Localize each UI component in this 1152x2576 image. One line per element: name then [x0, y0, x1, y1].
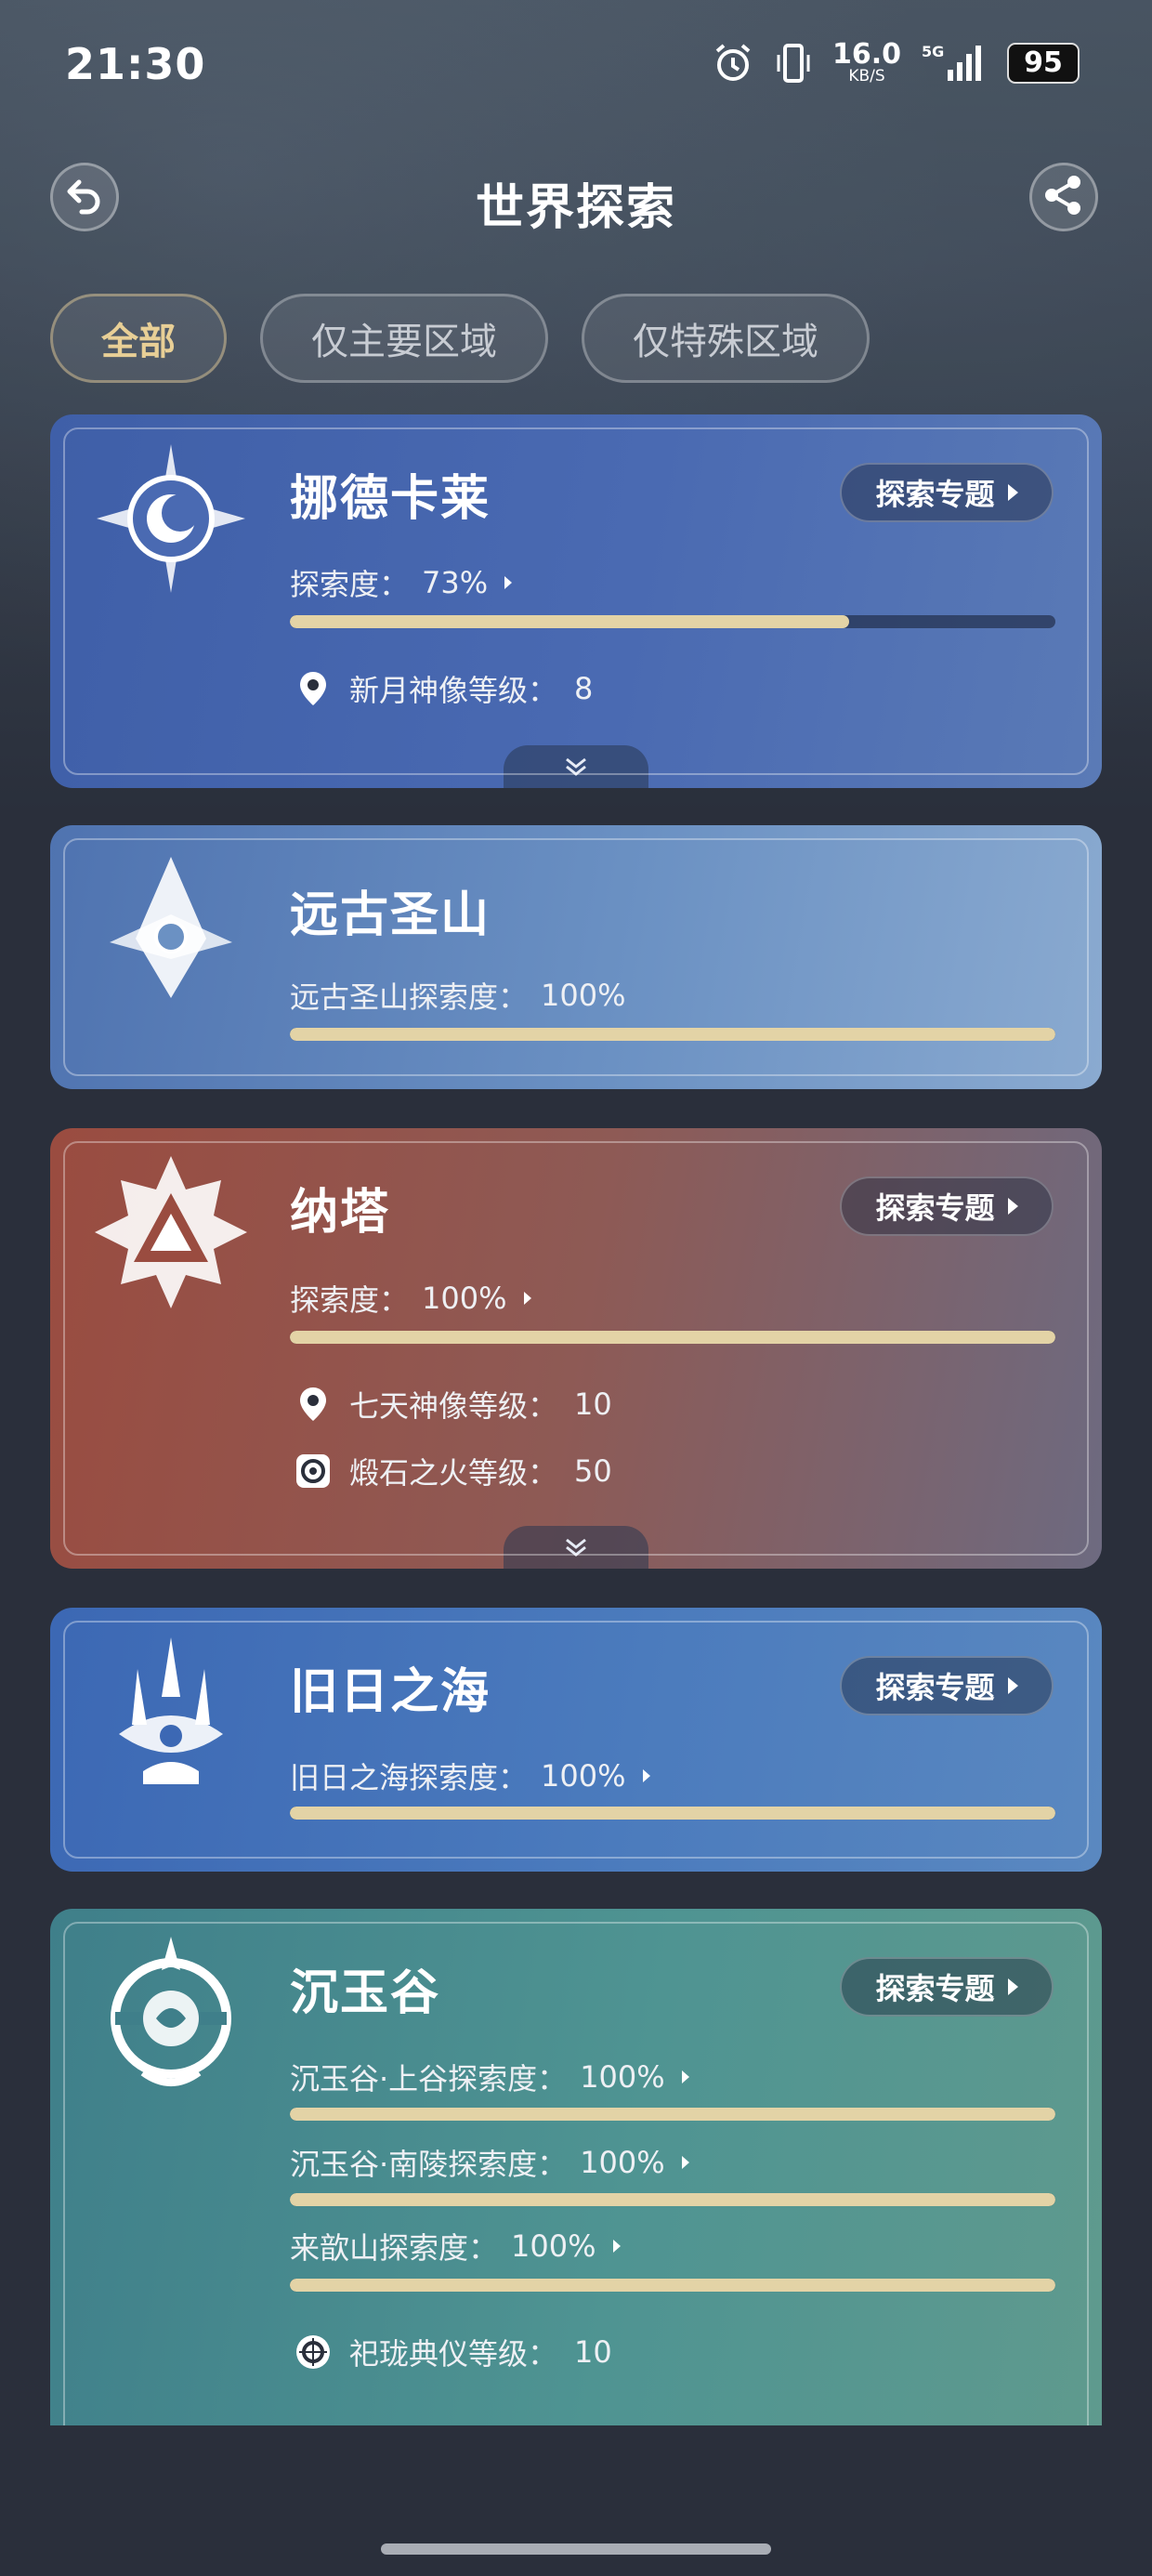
progress-fill	[290, 2108, 1055, 2121]
progress-fill	[290, 2193, 1055, 2206]
progress-fill	[290, 1807, 1055, 1820]
caret-right-icon	[681, 2156, 689, 2169]
region-card-ancient-sacred-mountain[interactable]: 远古圣山 远古圣山探索度： 100%	[50, 825, 1102, 1089]
exploration-row: 远古圣山探索度： 100%	[290, 978, 626, 1015]
flame-stone-icon	[294, 1452, 333, 1491]
region-card-chenyu-vale[interactable]: 沉玉谷 探索专题 沉玉谷·上谷探索度： 100% 沉玉谷·南陵探索度： 100% 来…	[50, 1909, 1102, 2457]
expand-button[interactable]	[504, 1526, 648, 1569]
ritual-icon	[294, 2333, 333, 2372]
location-pin-icon	[294, 669, 333, 708]
chevron-down-icon	[563, 756, 589, 781]
region-name: 沉玉谷	[290, 1965, 441, 2021]
progress-bar	[290, 615, 1055, 628]
caret-right-icon	[504, 576, 513, 589]
explore-topic-button[interactable]: 探索专题	[840, 463, 1054, 522]
caret-right-icon	[642, 1769, 650, 1782]
status-time: 21:30	[65, 39, 206, 89]
alarm-icon	[712, 42, 754, 85]
progress-bar	[290, 1807, 1055, 1820]
progress-bar	[290, 1028, 1055, 1041]
progress-bar	[290, 2193, 1055, 2206]
level-row: 新月神像等级： 8	[294, 667, 593, 710]
filter-main-regions[interactable]: 仅主要区域	[260, 294, 548, 383]
region-card-sea-of-bygone-eras[interactable]: 旧日之海 探索专题 旧日之海探索度： 100%	[50, 1608, 1102, 1872]
progress-bar	[290, 2108, 1055, 2121]
progress-fill	[290, 2279, 1055, 2292]
play-arrow-icon	[1007, 1198, 1018, 1215]
progress-fill	[290, 1028, 1055, 1041]
level-row: 七天神像等级： 10	[294, 1383, 612, 1426]
page-title: 世界探索	[475, 180, 676, 236]
play-arrow-icon	[1007, 1677, 1018, 1694]
explore-topic-button[interactable]: 探索专题	[840, 1957, 1054, 2017]
vibrate-icon	[775, 42, 812, 85]
exploration-row[interactable]: 探索度： 73%	[290, 561, 513, 604]
expand-button[interactable]	[504, 745, 648, 788]
region-name: 挪德卡莱	[290, 471, 491, 527]
subregion-exploration-row[interactable]: 沉玉谷·上谷探索度： 100%	[290, 2056, 689, 2098]
play-arrow-icon	[1007, 484, 1018, 501]
home-indicator[interactable]	[381, 2543, 771, 2555]
region-card-nod-krai[interactable]: 挪德卡莱 探索专题 探索度： 73% 新月神像等级： 8	[50, 414, 1102, 788]
subregion-exploration-row[interactable]: 沉玉谷·南陵探索度： 100%	[290, 2141, 689, 2184]
region-name: 纳塔	[290, 1185, 391, 1241]
subregion-exploration-row[interactable]: 来歆山探索度： 100%	[290, 2225, 621, 2267]
region-name: 旧日之海	[290, 1664, 491, 1720]
explore-topic-button[interactable]: 探索专题	[840, 1176, 1054, 1236]
region-emblem-icon	[91, 439, 251, 598]
region-emblem-icon	[91, 1152, 251, 1312]
caret-right-icon	[612, 2240, 621, 2253]
exploration-row[interactable]: 探索度： 100%	[290, 1277, 531, 1320]
chevron-down-icon	[563, 1537, 589, 1561]
region-card-natlan[interactable]: 纳塔 探索专题 探索度： 100% 七天神像等级： 10 煅石之火等级： 50	[50, 1128, 1102, 1569]
level-row: 煅石之火等级： 50	[294, 1450, 612, 1492]
region-emblem-icon	[91, 849, 251, 1009]
progress-fill	[290, 1331, 1055, 1344]
battery-indicator: 95	[1007, 42, 1080, 84]
region-emblem-icon	[91, 1933, 251, 2093]
header: 世界探索	[0, 153, 1152, 246]
exploration-row[interactable]: 旧日之海探索度： 100%	[290, 1755, 650, 1797]
explore-topic-button[interactable]: 探索专题	[840, 1656, 1054, 1715]
caret-right-icon	[523, 1292, 531, 1305]
play-arrow-icon	[1007, 1978, 1018, 1995]
progress-fill	[290, 615, 849, 628]
location-pin-icon	[294, 1385, 333, 1424]
progress-bar	[290, 1331, 1055, 1344]
level-row: 祀珑典仪等级： 10	[294, 2331, 612, 2373]
caret-right-icon	[681, 2070, 689, 2083]
network-speed: 16.0 KB/S	[831, 38, 901, 85]
signal-icon: 5G	[922, 42, 987, 85]
region-name: 远古圣山	[290, 887, 491, 943]
status-bar: 21:30 16.0 KB/S 5G 95	[0, 0, 1152, 135]
share-icon	[1042, 174, 1085, 220]
filter-special-regions[interactable]: 仅特殊区域	[582, 294, 870, 383]
status-icons: 16.0 KB/S 5G 95	[712, 41, 1080, 85]
progress-bar	[290, 2279, 1055, 2292]
filter-all[interactable]: 全部	[50, 294, 227, 383]
filter-tabs: 全部 仅主要区域 仅特殊区域	[50, 294, 870, 383]
network-type-label: 5G	[922, 43, 944, 60]
share-button[interactable]	[1029, 163, 1098, 231]
region-emblem-icon	[91, 1632, 251, 1792]
